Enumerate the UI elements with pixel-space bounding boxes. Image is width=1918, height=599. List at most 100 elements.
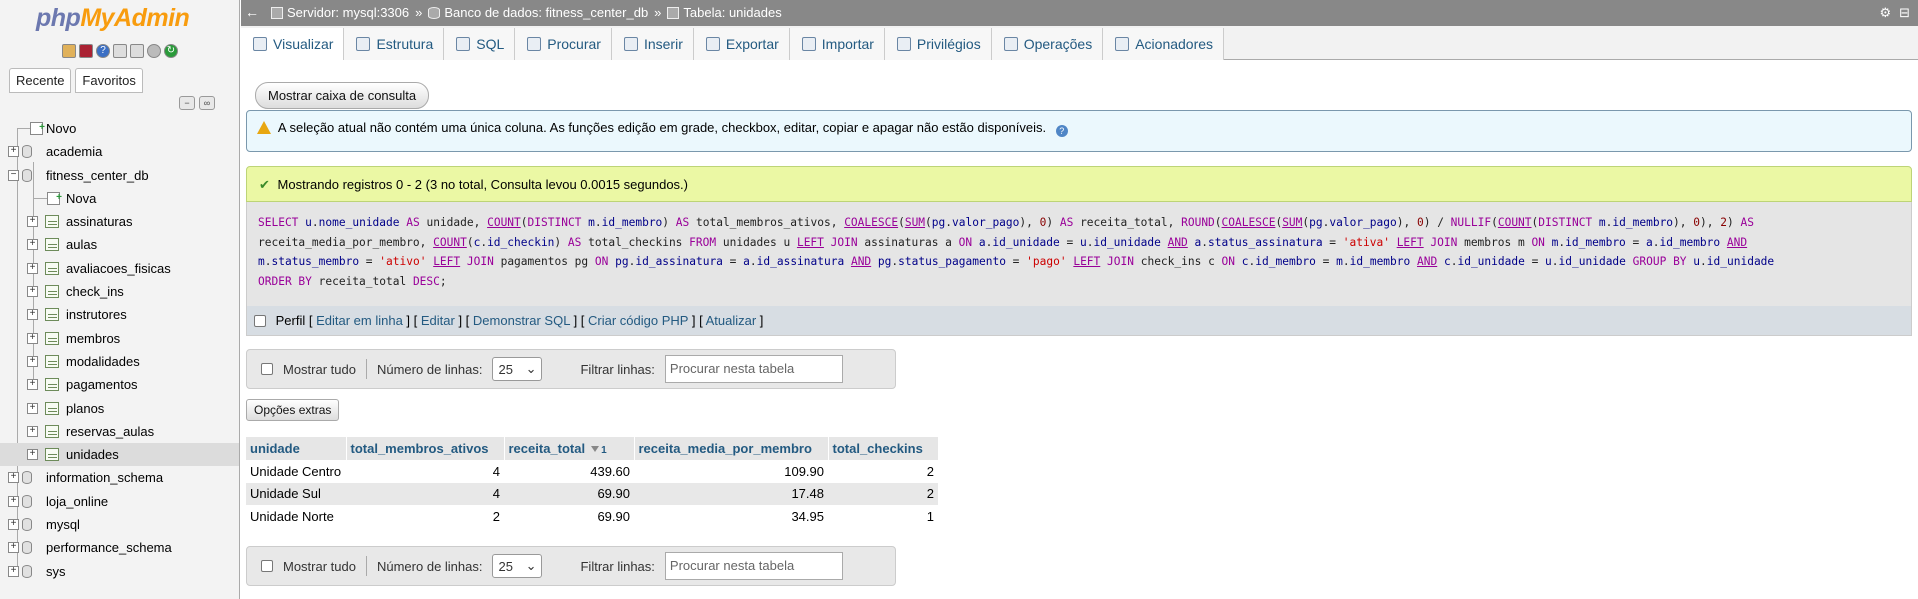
show-all-checkbox[interactable]	[261, 363, 273, 375]
expand-icon[interactable]: +	[8, 146, 19, 158]
tab-privilegios[interactable]: Privilégios	[884, 28, 992, 60]
tree-table-assinaturas[interactable]: + assinaturas	[0, 210, 239, 233]
edit-inline-link[interactable]: Editar em linha	[316, 313, 403, 328]
tab-estrutura[interactable]: Estrutura	[344, 28, 445, 60]
logout-icon[interactable]	[79, 44, 93, 58]
explain-sql-link[interactable]: Demonstrar SQL	[473, 313, 570, 328]
sql-query-display[interactable]: SELECT u.nome_unidade AS unidade, COUNT(…	[246, 202, 1912, 306]
column-header-receita-total[interactable]: receita_total 1	[504, 437, 635, 460]
expand-icon[interactable]: +	[27, 355, 38, 367]
favorites-tab[interactable]: Favoritos	[75, 68, 143, 93]
table-icon	[45, 238, 59, 252]
column-header-total-checkins[interactable]: total_checkins	[828, 437, 939, 460]
info-icon[interactable]: ?	[1055, 125, 1068, 137]
breadcrumb-bar: ← Servidor: mysql:3306 » Banco de dados:…	[241, 0, 1918, 26]
tree-table-instrutores[interactable]: + instrutores	[0, 303, 239, 326]
expand-icon[interactable]: +	[27, 216, 38, 228]
tab-acionadores[interactable]: Acionadores	[1103, 28, 1225, 60]
gear-icon[interactable]: ⚙	[1879, 5, 1891, 21]
show-all-checkbox[interactable]	[261, 560, 273, 572]
rows-per-page-select[interactable]: 25 ⌄	[492, 554, 543, 578]
nav-quick-icons: ? ↻	[62, 44, 178, 58]
breadcrumb-server[interactable]: Servidor: mysql:3306	[271, 5, 409, 20]
tree-table-membros[interactable]: + membros	[0, 327, 239, 350]
refresh-link[interactable]: Atualizar	[706, 313, 757, 328]
table-icon	[667, 6, 680, 19]
expand-icon[interactable]: +	[27, 286, 38, 298]
tree-db-information-schema[interactable]: + information_schema	[0, 466, 239, 489]
extra-options-button[interactable]: Opções extras	[246, 399, 340, 421]
home-icon[interactable]	[62, 44, 76, 58]
tree-table-aulas[interactable]: + aulas	[0, 233, 239, 256]
tab-operacoes[interactable]: Operações	[991, 28, 1104, 60]
expand-icon[interactable]: +	[27, 425, 38, 437]
expand-icon[interactable]: +	[27, 332, 38, 344]
rows-per-page-select[interactable]: 25 ⌄	[492, 357, 543, 381]
tree-new-database[interactable]: Novo	[0, 116, 239, 140]
expand-icon[interactable]: +	[27, 239, 38, 251]
tree-table-check-ins[interactable]: + check_ins	[0, 280, 239, 303]
database-icon	[22, 494, 32, 508]
tab-inserir[interactable]: Inserir	[611, 28, 694, 60]
tree-table-reservas-aulas[interactable]: + reservas_aulas	[0, 420, 239, 443]
recent-tab[interactable]: Recente	[9, 68, 72, 93]
tree-new-table[interactable]: Nova	[0, 186, 239, 210]
tree-db-performance-schema[interactable]: + performance_schema	[0, 536, 239, 559]
tree-table-planos[interactable]: + planos	[0, 397, 239, 420]
tab-importar[interactable]: Importar	[789, 28, 885, 60]
column-header-total-membros-ativos[interactable]: total_membros_ativos	[346, 437, 505, 460]
tree-db-loja-online[interactable]: + loja_online	[0, 490, 239, 513]
reload-icon[interactable]: ↻	[164, 44, 178, 58]
expand-icon[interactable]: +	[8, 542, 19, 554]
filter-rows-input[interactable]: Procurar nesta tabela	[664, 552, 843, 580]
expand-icon[interactable]: +	[8, 495, 19, 507]
tab-visualizar[interactable]: Visualizar	[241, 28, 345, 60]
tree-db-sys[interactable]: + sys	[0, 560, 239, 583]
database-icon	[22, 518, 32, 532]
privileges-icon	[896, 37, 911, 51]
filter-rows-input[interactable]: Procurar nesta tabela	[664, 355, 843, 383]
link-icon[interactable]: ∞	[199, 96, 215, 110]
tree-db-mysql[interactable]: + mysql	[0, 513, 239, 536]
tree-table-avaliacoes-fisicas[interactable]: + avaliacoes_fisicas	[0, 257, 239, 280]
table-row[interactable]: Unidade Sul 4 69.90 17.48 2	[246, 482, 938, 505]
create-php-code-link[interactable]: Criar código PHP	[588, 313, 688, 328]
show-query-box-button[interactable]: Mostrar caixa de consulta	[255, 82, 430, 109]
tab-exportar[interactable]: Exportar	[693, 28, 790, 60]
expand-icon[interactable]: +	[27, 402, 38, 414]
tree-db-fitness-center[interactable]: − fitness_center_db	[0, 164, 239, 187]
tree-table-modalidades[interactable]: + modalidades	[0, 350, 239, 373]
table-row[interactable]: Unidade Centro 4 439.60 109.90 2	[246, 460, 938, 483]
column-header-unidade[interactable]: unidade	[246, 437, 347, 460]
new-icon	[47, 186, 62, 209]
expand-icon[interactable]: +	[27, 262, 38, 274]
breadcrumb-table[interactable]: Tabela: unidades	[667, 5, 782, 20]
docs-icon[interactable]	[113, 44, 127, 58]
back-arrow-icon[interactable]: ←	[245, 4, 259, 20]
tree-table-pagamentos[interactable]: + pagamentos	[0, 373, 239, 396]
database-icon	[22, 564, 32, 578]
expand-icon[interactable]: +	[8, 565, 19, 577]
collapse-all-icon[interactable]: −	[179, 96, 195, 110]
expand-icon[interactable]: +	[8, 472, 19, 484]
expand-icon[interactable]: +	[27, 379, 38, 391]
table-row[interactable]: Unidade Norte 2 69.90 34.95 1	[246, 505, 938, 528]
expand-icon[interactable]: +	[8, 519, 19, 531]
expand-icon[interactable]: +	[27, 449, 38, 461]
tab-sql[interactable]: SQL	[444, 28, 516, 60]
edit-link[interactable]: Editar	[421, 313, 455, 328]
database-icon	[22, 168, 32, 182]
expand-icon[interactable]: +	[27, 309, 38, 321]
phpmyadmin-logo[interactable]: phpMyAdmin	[36, 4, 190, 33]
collapse-icon[interactable]: −	[8, 169, 19, 181]
tree-db-academia[interactable]: + academia	[0, 140, 239, 163]
column-header-receita-media[interactable]: receita_media_por_membro	[634, 437, 829, 460]
profile-checkbox[interactable]	[254, 315, 266, 327]
settings-page-icon[interactable]	[130, 44, 144, 58]
breadcrumb-database[interactable]: Banco de dados: fitness_center_db	[428, 5, 648, 20]
tree-table-unidades[interactable]: + unidades	[0, 443, 239, 467]
collapse-top-icon[interactable]: ⊟	[1899, 5, 1910, 21]
gear-icon[interactable]	[147, 44, 161, 58]
tab-procurar[interactable]: Procurar	[515, 28, 612, 60]
help-icon[interactable]: ?	[96, 44, 110, 58]
